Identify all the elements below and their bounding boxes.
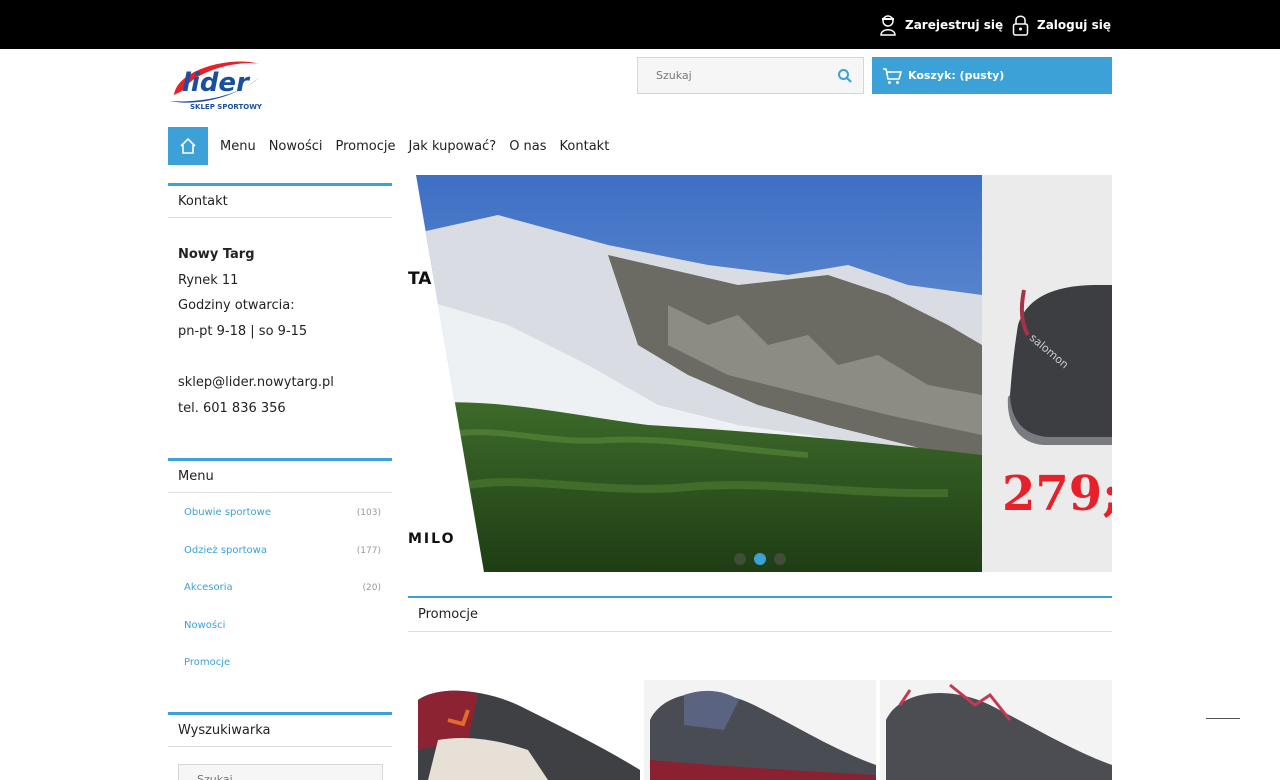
promotions-title: Promocje — [408, 596, 1112, 632]
login-label: Zaloguj się — [1037, 18, 1111, 32]
top-bar: Zarejestruj się Zaloguj się — [0, 0, 1280, 49]
nav-item-how-to-buy[interactable]: Jak kupować? — [408, 139, 498, 154]
slider-pagination — [734, 553, 794, 565]
product-image — [408, 680, 640, 780]
product-card[interactable] — [644, 680, 876, 780]
product-image — [880, 680, 1112, 780]
contact-title: Kontakt — [168, 183, 392, 218]
category-label: Obuwie sportowe — [184, 507, 272, 518]
category-item-shoes[interactable]: Obuwie sportowe (103) — [184, 507, 381, 545]
nav-item-about[interactable]: O nas — [508, 139, 547, 154]
contact-block: Kontakt Nowy Targ Rynek 11 Godziny otwar… — [168, 183, 392, 421]
contact-city: Nowy Targ — [178, 247, 255, 262]
slide-image: TA MILO salomon 279; — [408, 175, 1112, 572]
home-button[interactable] — [168, 127, 208, 165]
cart-label: Koszyk: (pusty) — [908, 69, 1005, 82]
category-list: Obuwie sportowe (103) Odzież sportowa (1… — [168, 493, 392, 695]
cart-icon — [883, 67, 902, 84]
search-icon[interactable] — [837, 68, 853, 84]
menu-block: Menu Obuwie sportowe (103) Odzież sporto… — [168, 458, 392, 695]
register-link[interactable]: Zarejestruj się — [879, 14, 1003, 36]
menu-title: Menu — [168, 458, 392, 493]
nav-item-contact[interactable]: Kontakt — [559, 139, 611, 154]
login-link[interactable]: Zaloguj się — [1012, 14, 1111, 36]
user-icon — [880, 15, 896, 36]
main-nav: Menu Nowości Promocje Jak kupować? O nas… — [168, 127, 610, 165]
category-label: Akcesoria — [184, 582, 233, 593]
store-logo[interactable]: lider SKLEP SPORTOWY — [168, 57, 268, 113]
product-image — [644, 680, 876, 780]
scroll-indicator — [1206, 718, 1240, 719]
home-icon — [180, 137, 196, 154]
slide-partial-logo: MILO — [408, 531, 455, 547]
category-item-news[interactable]: Nowości — [184, 620, 381, 658]
category-label: Nowości — [184, 619, 226, 631]
finder-search-input[interactable] — [178, 764, 383, 780]
slider-dot-2[interactable] — [754, 553, 766, 565]
product-card[interactable] — [880, 680, 1112, 780]
category-count: (20) — [362, 583, 381, 593]
contact-phone: tel. 601 836 356 — [178, 400, 286, 416]
slide-price: 279; — [1002, 466, 1112, 522]
finder-block: Wyszukiwarka — [168, 712, 392, 780]
category-count: (177) — [356, 545, 381, 556]
category-label: Promocje — [184, 657, 231, 668]
svg-text:lider: lider — [182, 68, 251, 98]
lock-icon — [1012, 15, 1029, 36]
contact-hours: pn-pt 9-18 | so 9-15 — [178, 323, 308, 339]
finder-title: Wyszukiwarka — [168, 712, 392, 747]
contact-details: Nowy Targ Rynek 11 Godziny otwarcia: pn-… — [168, 218, 392, 421]
category-count: (103) — [356, 508, 381, 518]
slider-dot-3[interactable] — [774, 553, 786, 565]
nav-item-menu[interactable]: Menu — [219, 139, 257, 154]
cart-button[interactable]: Koszyk: (pusty) — [872, 57, 1112, 94]
nav-item-promotions[interactable]: Promocje — [335, 139, 397, 154]
svg-text:SKLEP SPORTOWY: SKLEP SPORTOWY — [190, 103, 263, 111]
slide-partial-text: TA — [408, 269, 432, 289]
contact-email[interactable]: sklep@lider.nowytarg.pl — [178, 370, 382, 396]
nav-item-news[interactable]: Nowości — [268, 139, 324, 154]
search-input[interactable] — [638, 58, 818, 93]
contact-hours-label: Godziny otwarcia: — [178, 298, 295, 314]
product-card[interactable] — [408, 680, 640, 780]
promotions-products — [408, 680, 1112, 780]
category-item-clothing[interactable]: Odzież sportowa (177) — [184, 545, 381, 583]
contact-address: Rynek 11 — [178, 272, 239, 288]
register-label: Zarejestruj się — [905, 18, 1004, 32]
category-item-accessories[interactable]: Akcesoria (20) — [184, 582, 381, 620]
hero-slider[interactable]: TA MILO salomon 279; — [408, 175, 1112, 572]
category-label: Odzież sportowa — [184, 544, 267, 556]
slider-dot-1[interactable] — [734, 553, 746, 565]
category-item-promotions[interactable]: Promocje — [184, 657, 381, 695]
search-box — [637, 57, 864, 94]
